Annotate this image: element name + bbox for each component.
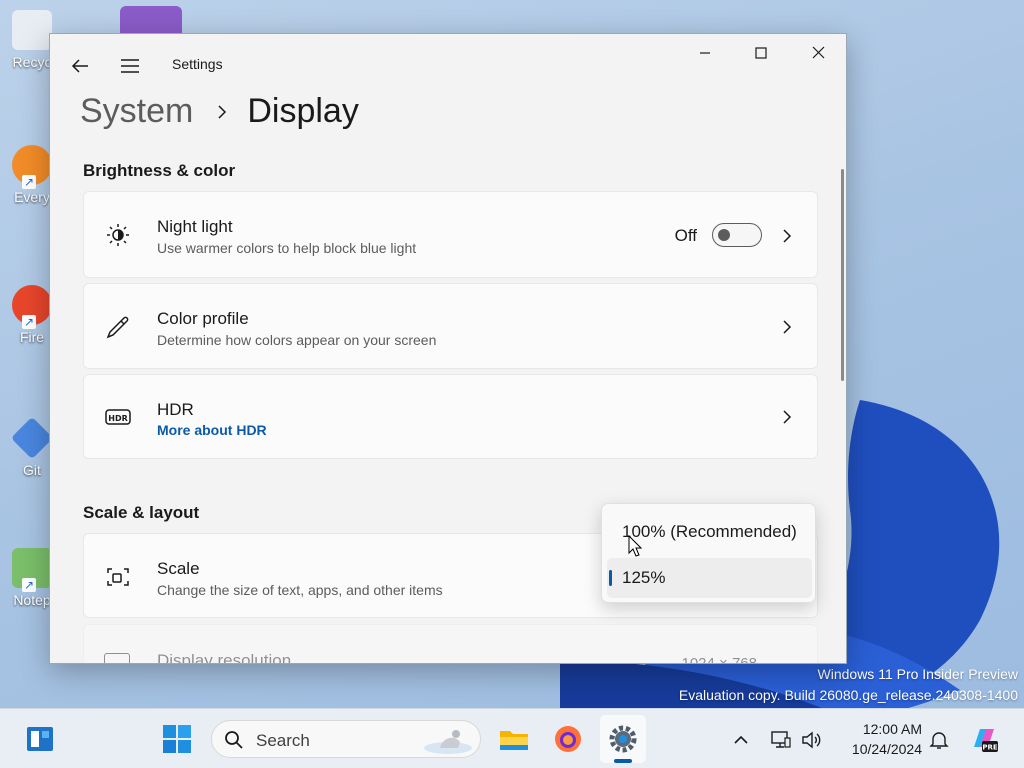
chevron-up-icon[interactable]	[730, 729, 752, 751]
night-light-desc: Use warmer colors to help block blue lig…	[157, 240, 417, 256]
visual-studio-icon[interactable]	[120, 6, 182, 36]
watermark-line1: Windows 11 Pro Insider Preview	[817, 666, 1018, 682]
everything-icon: ↗	[12, 145, 52, 189]
title-bar: Settings	[50, 34, 846, 94]
color-profile-title: Color profile	[157, 309, 249, 328]
section-brightness-color: Brightness & color	[83, 161, 236, 180]
hdr-title: HDR	[157, 400, 194, 419]
notification-bell-icon[interactable]	[928, 729, 950, 751]
copilot-icon[interactable]: PRE	[968, 723, 1000, 755]
chevron-right-icon	[783, 410, 792, 424]
more-about-hdr-link[interactable]: More about HDR	[157, 422, 267, 438]
night-light-title: Night light	[157, 217, 233, 236]
svg-text:HDR: HDR	[108, 414, 128, 423]
network-icon[interactable]	[770, 729, 792, 751]
window-title: Settings	[172, 56, 223, 72]
color-profile-desc: Determine how colors appear on your scre…	[157, 332, 437, 348]
display-resolution-card[interactable]: Display resolution 1024 × 768	[83, 624, 818, 664]
svg-text:PRE: PRE	[982, 744, 998, 752]
back-arrow-icon[interactable]	[68, 54, 92, 78]
chevron-right-icon	[783, 320, 792, 334]
file-explorer-icon[interactable]	[498, 723, 530, 755]
display-resolution-title: Display resolution	[157, 651, 292, 664]
scrollbar-thumb[interactable]	[841, 169, 844, 381]
firefox-taskbar-icon[interactable]	[552, 723, 584, 755]
scale-option-125[interactable]: 125%	[607, 558, 812, 598]
breadcrumb-chevron-icon	[218, 104, 227, 119]
breadcrumb: System Display	[80, 92, 359, 131]
resolution-icon	[104, 653, 130, 663]
breadcrumb-system[interactable]: System	[80, 92, 193, 131]
desktop-icon-label: Git	[23, 462, 41, 478]
desktop-icon-label: Fire	[19, 329, 45, 345]
section-scale-layout: Scale & layout	[83, 503, 200, 522]
firefox-icon: ↗	[12, 285, 52, 329]
maximize-button[interactable]	[738, 42, 784, 72]
night-light-card[interactable]: Night light Use warmer colors to help bl…	[83, 191, 818, 278]
scale-icon	[107, 568, 129, 586]
close-button[interactable]	[796, 42, 842, 72]
settings-window: Settings System Display Brightness & col…	[49, 33, 847, 664]
search-label: Search	[256, 731, 310, 750]
minimize-button[interactable]	[682, 42, 728, 72]
hamburger-menu-icon[interactable]	[118, 54, 142, 78]
desktop-icon-label: Every	[14, 189, 50, 205]
scale-desc: Change the size of text, apps, and other…	[157, 582, 443, 598]
volume-icon[interactable]	[800, 729, 822, 751]
start-button-icon[interactable]	[161, 723, 193, 755]
active-app-indicator	[614, 759, 632, 763]
mouse-cursor-icon	[628, 535, 642, 557]
taskbar-clock[interactable]: 12:00 AM 10/24/2024	[836, 719, 922, 759]
brightness-icon	[107, 224, 129, 246]
clock-date: 10/24/2024	[851, 741, 922, 757]
color-profile-card[interactable]: Color profile Determine how colors appea…	[83, 283, 818, 369]
desktop-icon-label: Notep	[13, 592, 51, 608]
chevron-right-icon	[783, 229, 792, 243]
search-highlight-icon	[424, 730, 472, 754]
git-icon	[10, 416, 54, 460]
eyedropper-icon	[106, 316, 129, 339]
recycle-bin-icon	[12, 10, 52, 50]
clock-time: 12:00 AM	[862, 721, 922, 737]
taskbar: Search 12:00 AM 10/24/2024 PRE	[0, 708, 1024, 768]
hdr-card[interactable]: HDR HDR More about HDR	[83, 374, 818, 459]
watermark-line2: Evaluation copy. Build 26080.ge_release.…	[678, 687, 1018, 703]
display-resolution-value[interactable]: 1024 × 768	[682, 655, 758, 663]
search-icon	[225, 731, 243, 749]
widgets-icon[interactable]	[24, 723, 56, 755]
page-title: Display	[247, 92, 359, 130]
night-light-state: Off	[674, 226, 697, 245]
taskbar-search[interactable]: Search	[211, 720, 481, 758]
scale-title: Scale	[157, 559, 200, 578]
desktop-icon-label: Recyc	[12, 54, 52, 70]
settings-gear-icon[interactable]	[607, 723, 639, 755]
notepad-icon: ↗	[12, 548, 52, 592]
toggle-knob	[718, 229, 730, 241]
night-light-toggle[interactable]	[712, 223, 762, 247]
windows-watermark: Windows 11 Pro Insider Preview Evaluatio…	[679, 664, 1018, 706]
hdr-icon: HDR	[105, 409, 131, 425]
